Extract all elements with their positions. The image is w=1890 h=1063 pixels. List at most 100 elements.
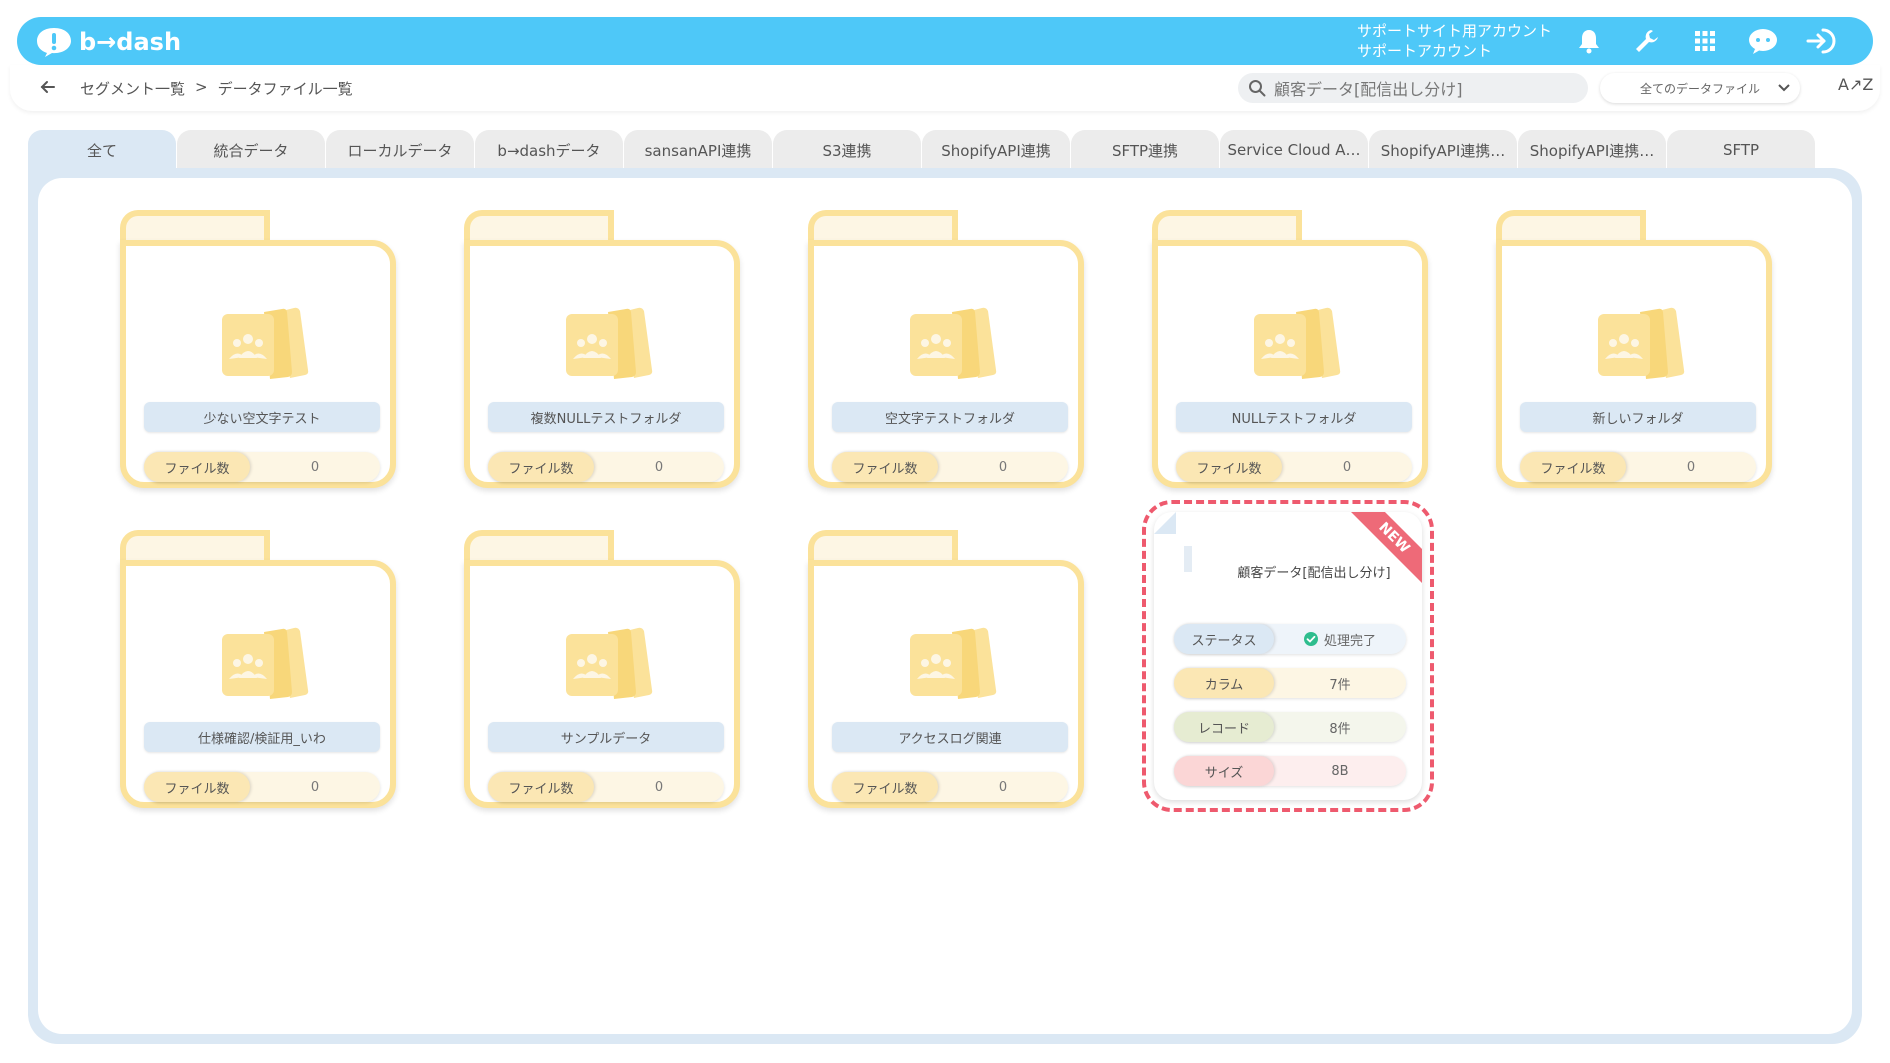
bell-icon[interactable] [1573, 25, 1605, 57]
file-count-label: ファイル数 [1520, 452, 1626, 482]
file-count-label: ファイル数 [144, 452, 250, 482]
folder-card[interactable]: 仕様確認/検証用_いわ ファイル数 0 [120, 530, 396, 808]
column-label: カラム [1174, 668, 1274, 698]
folder-documents-icon [222, 627, 309, 699]
chat-bot-icon[interactable] [1747, 25, 1779, 57]
file-count-label: ファイル数 [488, 772, 594, 802]
folder-documents-icon [566, 627, 653, 699]
folder-body: 複数NULLテストフォルダ ファイル数 0 [464, 240, 740, 488]
size-row: サイズ 8B [1174, 756, 1406, 786]
folder-body: 少ない空文字テスト ファイル数 0 [120, 240, 396, 488]
file-count-label: ファイル数 [488, 452, 594, 482]
tab-integrated[interactable]: 統合データ [177, 130, 325, 170]
tab-s3[interactable]: S3連携 [773, 130, 921, 170]
folder-body: 新しいフォルダ ファイル数 0 [1496, 240, 1772, 488]
folder-card[interactable]: 空文字テストフォルダ ファイル数 0 [808, 210, 1084, 488]
file-count-row: ファイル数 0 [144, 452, 380, 482]
file-count-label: ファイル数 [832, 452, 938, 482]
file-count-row: ファイル数 0 [832, 452, 1068, 482]
back-arrow-icon[interactable] [38, 77, 58, 97]
datafile-card-highlight: NEW 顧客データ[配信出し分け] ステータス 処理完了 カラム 7件 レコード… [1142, 500, 1434, 812]
status-value-text: 処理完了 [1323, 633, 1376, 649]
file-count-row: ファイル数 0 [832, 772, 1068, 802]
logo-text: b→dash [79, 28, 182, 56]
status-value: 処理完了 [1274, 624, 1406, 654]
logo-bubble-icon [37, 28, 71, 57]
breadcrumb-separator: > [195, 78, 208, 96]
file-count-row: ファイル数 0 [1520, 452, 1756, 482]
tab-sftp[interactable]: SFTP [1667, 130, 1815, 170]
account-line-2: サポートアカウント [1357, 42, 1493, 60]
page-corner-icon [1154, 512, 1214, 572]
sub-header: セグメント一覧 > データファイル一覧 全てのデータファイル A↗Z [10, 65, 1880, 111]
folder-card[interactable]: 新しいフォルダ ファイル数 0 [1496, 210, 1772, 488]
tab-local[interactable]: ローカルデータ [326, 130, 474, 170]
size-label: サイズ [1174, 756, 1274, 786]
sort-az-icon[interactable]: A↗Z [1838, 75, 1873, 94]
record-row: レコード 8件 [1174, 712, 1406, 742]
tab-service-cloud[interactable]: Service Cloud A… [1220, 130, 1368, 170]
wrench-icon[interactable] [1631, 25, 1663, 57]
chevron-down-icon [1778, 84, 1790, 92]
folder-card[interactable]: 複数NULLテストフォルダ ファイル数 0 [464, 210, 740, 488]
folder-name: アクセスログ関連 [832, 722, 1068, 752]
file-count-label: ファイル数 [144, 772, 250, 802]
content-panel: 少ない空文字テスト ファイル数 0 複数NULLテストフォルダ ファイル数 0 … [28, 168, 1862, 1044]
breadcrumb-segments[interactable]: セグメント一覧 [80, 78, 185, 99]
folder-documents-icon [1598, 307, 1685, 379]
file-count-label: ファイル数 [832, 772, 938, 802]
folder-name: 複数NULLテストフォルダ [488, 402, 724, 432]
column-value: 7件 [1329, 677, 1351, 693]
folder-documents-icon [1254, 307, 1341, 379]
tab-sftp-link[interactable]: SFTP連携 [1071, 130, 1219, 170]
tab-shopify-3[interactable]: ShopifyAPI連携… [1518, 130, 1666, 170]
file-count-value: 0 [998, 779, 1008, 795]
search-icon [1249, 80, 1266, 97]
file-count-value: 0 [1686, 459, 1696, 475]
folder-card[interactable]: NULLテストフォルダ ファイル数 0 [1152, 210, 1428, 488]
file-count-row: ファイル数 0 [144, 772, 380, 802]
breadcrumb-current: データファイル一覧 [217, 80, 353, 98]
file-count-value: 0 [654, 459, 664, 475]
tab-shopify[interactable]: ShopifyAPI連携 [922, 130, 1070, 170]
folder-name: 空文字テストフォルダ [832, 402, 1068, 432]
apps-grid-icon[interactable] [1689, 25, 1721, 57]
tab-shopify-2[interactable]: ShopifyAPI連携… [1369, 130, 1517, 170]
datafile-card[interactable]: NEW 顧客データ[配信出し分け] ステータス 処理完了 カラム 7件 レコード… [1154, 512, 1422, 800]
folder-name: 少ない空文字テスト [144, 402, 380, 432]
folder-card[interactable]: アクセスログ関連 ファイル数 0 [808, 530, 1084, 808]
logo[interactable]: b→dash [35, 24, 181, 60]
folder-name: 仕様確認/検証用_いわ [144, 722, 380, 752]
folder-documents-icon [910, 627, 997, 699]
datafile-title: 顧客データ[配信出し分け] [1237, 566, 1391, 581]
search-box [1238, 73, 1588, 103]
folder-card[interactable]: サンプルデータ ファイル数 0 [464, 530, 740, 808]
logout-icon[interactable] [1805, 25, 1837, 57]
folder-body: 空文字テストフォルダ ファイル数 0 [808, 240, 1084, 488]
folder-documents-icon [566, 307, 653, 379]
folder-name: サンプルデータ [488, 722, 724, 752]
file-count-row: ファイル数 0 [488, 452, 724, 482]
folder-body: NULLテストフォルダ ファイル数 0 [1152, 240, 1428, 488]
status-row: ステータス 処理完了 [1174, 624, 1406, 654]
tab-sansan[interactable]: sansanAPI連携 [624, 130, 772, 170]
folder-card[interactable]: 少ない空文字テスト ファイル数 0 [120, 210, 396, 488]
tab-bdash[interactable]: b→dashデータ [475, 130, 623, 170]
file-count-row: ファイル数 0 [1176, 452, 1412, 482]
file-filter-select[interactable]: 全てのデータファイル [1600, 73, 1800, 103]
status-label: ステータス [1174, 624, 1274, 654]
account-info[interactable]: サポートサイト用アカウント サポートアカウント [1357, 21, 1552, 61]
file-count-value: 0 [310, 779, 320, 795]
file-count-value: 0 [654, 779, 664, 795]
breadcrumb: セグメント一覧 > データファイル一覧 [80, 78, 353, 99]
search-input[interactable] [1274, 78, 1564, 98]
folder-body: 仕様確認/検証用_いわ ファイル数 0 [120, 560, 396, 808]
account-line-1: サポートサイト用アカウント [1357, 22, 1553, 40]
folder-documents-icon [222, 307, 309, 379]
record-label: レコード [1174, 712, 1274, 742]
file-count-value: 0 [998, 459, 1008, 475]
tab-all[interactable]: 全て [28, 130, 176, 170]
check-circle-icon [1303, 632, 1318, 646]
top-bar: b→dash サポートサイト用アカウント サポートアカウント [17, 17, 1873, 65]
folder-name: 新しいフォルダ [1520, 402, 1756, 432]
